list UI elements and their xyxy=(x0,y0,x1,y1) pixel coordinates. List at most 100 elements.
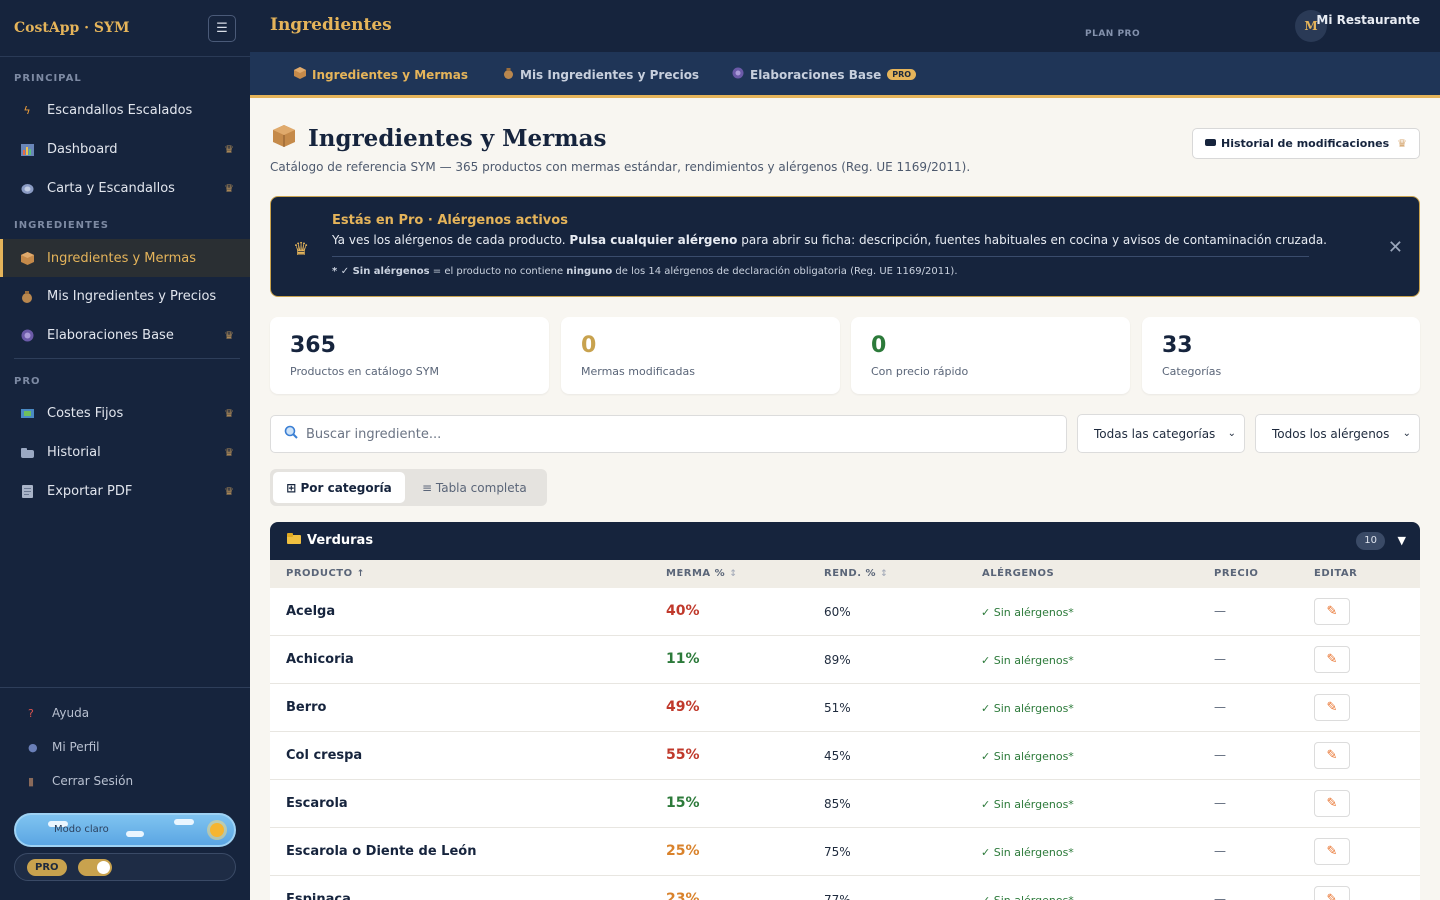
header-title: Ingredientes xyxy=(270,15,392,35)
sidebar-item-label: Escandallos Escalados xyxy=(47,103,193,118)
pro-toggle-switch[interactable] xyxy=(78,859,112,876)
allergen-select[interactable]: Todos los alérgenos ⌄ xyxy=(1255,414,1420,453)
tab-bar: Ingredientes y Mermas Mis Ingredientes y… xyxy=(250,52,1440,98)
allergen-status[interactable]: ✓ Sin alérgenos* xyxy=(981,846,1074,859)
sidebar-item-label: Historial xyxy=(47,445,101,460)
allergen-status[interactable]: ✓ Sin alérgenos* xyxy=(981,606,1074,619)
stat-label: Mermas modificadas xyxy=(581,365,695,378)
page-title: Ingredientes y Mermas xyxy=(272,124,606,153)
merma-value: 15% xyxy=(666,795,700,811)
tab-ingredientes-mermas[interactable]: Ingredientes y Mermas xyxy=(294,67,468,82)
cloud-icon xyxy=(174,819,194,825)
search-placeholder: Buscar ingrediente... xyxy=(306,426,442,442)
tab-mis-ingredientes[interactable]: Mis Ingredientes y Precios xyxy=(503,67,699,82)
tab-elaboraciones[interactable]: Elaboraciones Base PRO xyxy=(732,67,917,82)
sidebar-item-label: Exportar PDF xyxy=(47,484,133,499)
document-icon xyxy=(20,485,34,499)
crown-icon: ♛ xyxy=(224,143,234,156)
sidebar-item-elaboraciones[interactable]: Elaboraciones Base ♛ xyxy=(0,317,250,354)
caret-down-icon[interactable]: ▼ xyxy=(1398,534,1406,547)
stat-value: 0 xyxy=(871,333,887,358)
logout-icon: ▮ xyxy=(28,774,35,788)
edit-button[interactable]: ✎ xyxy=(1314,598,1350,625)
table-row: Acelga 40% 60% ✓ Sin alérgenos* — ✎ xyxy=(270,588,1420,636)
stat-label: Productos en catálogo SYM xyxy=(290,365,439,378)
table-row: Berro 49% 51% ✓ Sin alérgenos* — ✎ xyxy=(270,684,1420,732)
sidebar-item-label: Mis Ingredientes y Precios xyxy=(47,289,217,304)
history-button[interactable]: Historial de modificaciones ♛ xyxy=(1192,128,1420,159)
view-full-table-button[interactable]: ≡ Tabla completa xyxy=(422,472,527,503)
section-label-principal: PRINCIPAL xyxy=(14,73,82,84)
edit-button[interactable]: ✎ xyxy=(1314,790,1350,817)
page-title-text: Ingredientes y Mermas xyxy=(308,125,607,152)
col-rend[interactable]: REND. % ↕ xyxy=(824,568,888,579)
user-icon: ● xyxy=(28,740,38,754)
crown-icon: ♛ xyxy=(224,407,234,420)
sidebar-item-historial[interactable]: Historial ♛ xyxy=(0,434,250,471)
price-value: — xyxy=(1214,700,1226,714)
allergen-status[interactable]: ✓ Sin alérgenos* xyxy=(981,894,1074,900)
product-name: Espinaca xyxy=(286,892,351,900)
col-precio: PRECIO xyxy=(1214,568,1259,579)
banner-note-part: de los 14 alérgenos de declaración oblig… xyxy=(612,266,958,277)
logout-link[interactable]: ▮ Cerrar Sesión xyxy=(28,774,133,788)
merma-value: 11% xyxy=(666,651,700,667)
pot-icon xyxy=(20,329,34,343)
close-icon[interactable]: ✕ xyxy=(1388,237,1403,258)
sidebar-item-exportar-pdf[interactable]: Exportar PDF ♛ xyxy=(0,473,250,510)
page-subtitle: Catálogo de referencia SYM — 365 product… xyxy=(270,160,971,174)
category-select[interactable]: Todas las categorías ⌄ xyxy=(1077,414,1245,453)
app-logo[interactable]: CostApp · SYM xyxy=(14,20,130,36)
sidebar-item-carta[interactable]: Carta y Escandallos ♛ xyxy=(0,170,250,207)
banner-text: Ya ves los alérgenos de cada producto. P… xyxy=(332,233,1327,247)
allergen-status[interactable]: ✓ Sin alérgenos* xyxy=(981,798,1074,811)
product-name: Escarola o Diente de León xyxy=(286,844,477,859)
plate-icon xyxy=(20,182,34,196)
banner-note-bold: * ✓ Sin alérgenos xyxy=(332,266,430,277)
price-value: — xyxy=(1214,604,1226,618)
cloud-icon xyxy=(126,831,144,837)
sidebar-item-costes-fijos[interactable]: Costes Fijos ♛ xyxy=(0,395,250,432)
price-value: — xyxy=(1214,748,1226,762)
sidebar-item-label: Carta y Escandallos xyxy=(47,181,175,196)
pencil-icon: ✎ xyxy=(1326,892,1338,900)
category-header[interactable]: Verduras 10 ▼ xyxy=(270,522,1420,560)
edit-button[interactable]: ✎ xyxy=(1314,646,1350,673)
edit-button[interactable]: ✎ xyxy=(1314,742,1350,769)
search-input[interactable]: Buscar ingrediente... xyxy=(270,415,1067,453)
category-name: Verduras xyxy=(307,533,374,548)
view-by-category-button[interactable]: ⊞ Por categoría xyxy=(273,472,405,503)
product-name: Col crespa xyxy=(286,748,363,763)
edit-button[interactable]: ✎ xyxy=(1314,886,1350,900)
sidebar-item-dashboard[interactable]: Dashboard ♛ xyxy=(0,131,250,168)
theme-mode-toggle[interactable]: Modo claro xyxy=(14,813,236,847)
sidebar-item-ingredientes-mermas[interactable]: Ingredientes y Mermas xyxy=(0,239,250,277)
col-merma[interactable]: MERMA % ↕ xyxy=(666,568,737,579)
history-button-label: Historial de modificaciones xyxy=(1221,137,1390,150)
price-value: — xyxy=(1214,892,1226,900)
col-producto[interactable]: PRODUCTO ↑ xyxy=(286,568,365,579)
edit-button[interactable]: ✎ xyxy=(1314,838,1350,865)
allergen-status[interactable]: ✓ Sin alérgenos* xyxy=(981,702,1074,715)
theme-mode-label: Modo claro xyxy=(54,824,109,835)
sort-icon: ↕ xyxy=(880,569,889,579)
sort-up-icon: ↑ xyxy=(356,569,365,579)
help-link[interactable]: ? Ayuda xyxy=(28,706,89,720)
sidebar-item-mis-ingredientes[interactable]: Mis Ingredientes y Precios xyxy=(0,278,250,315)
sidebar-item-escandallos-escalados[interactable]: ϟ Escandallos Escalados xyxy=(0,92,250,129)
stat-card-products: 365 Productos en catálogo SYM xyxy=(270,317,549,394)
crown-icon: ♛ xyxy=(224,446,234,459)
edit-button[interactable]: ✎ xyxy=(1314,694,1350,721)
box-icon xyxy=(294,67,306,82)
banner-text-bold: Pulsa cualquier alérgeno xyxy=(569,233,738,247)
allergen-status[interactable]: ✓ Sin alérgenos* xyxy=(981,654,1074,667)
menu-toggle-button[interactable]: ☰ xyxy=(208,14,236,42)
stat-card-modified: 0 Mermas modificadas xyxy=(561,317,840,394)
col-label: MERMA % xyxy=(666,568,726,579)
top-bar: Ingredientes M Mi Restaurante xyxy=(250,0,1440,52)
restaurant-name[interactable]: Mi Restaurante xyxy=(1316,13,1420,27)
category-select-value: Todas las categorías xyxy=(1094,426,1216,441)
crown-icon: ♛ xyxy=(224,329,234,342)
allergen-status[interactable]: ✓ Sin alérgenos* xyxy=(981,750,1074,763)
profile-link[interactable]: ● Mi Perfil xyxy=(28,740,100,754)
